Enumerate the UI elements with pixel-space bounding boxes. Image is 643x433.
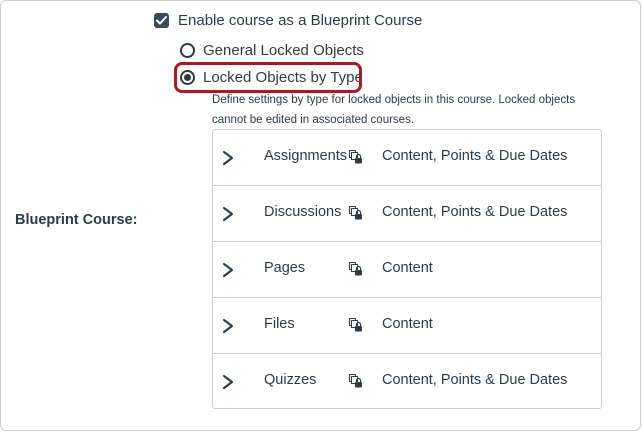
type-name: Assignments xyxy=(264,148,348,164)
chevron-right-icon[interactable] xyxy=(221,318,235,334)
locked-settings-text: Content, Points & Due Dates xyxy=(382,148,568,164)
locked-settings-text: Content, Points & Due Dates xyxy=(382,204,568,220)
blueprint-lock-icon xyxy=(349,374,362,388)
settings-panel: Blueprint Course: Enable course as a Blu… xyxy=(0,0,641,431)
type-name: Quizzes xyxy=(264,372,317,388)
radio-locked-objects-by-type[interactable]: Locked Objects by Type xyxy=(180,69,363,86)
type-name: Pages xyxy=(264,260,306,276)
blueprint-lock-icon xyxy=(349,262,362,276)
enable-blueprint-checkbox[interactable]: Enable course as a Blueprint Course xyxy=(154,12,422,29)
type-row-pages[interactable]: Pages Content xyxy=(213,242,601,298)
radio-general-locked-objects[interactable]: General Locked Objects xyxy=(180,42,364,59)
chevron-right-icon[interactable] xyxy=(221,262,235,278)
blueprint-lock-icon xyxy=(349,206,362,220)
type-row-quizzes[interactable]: Quizzes Content, Points & Due Dates xyxy=(213,354,601,410)
chevron-right-icon[interactable] xyxy=(221,374,235,390)
blueprint-course-label: Blueprint Course: xyxy=(15,212,138,228)
chevron-right-icon[interactable] xyxy=(221,150,235,166)
object-types-table: Assignments Content, Points & Due Dates … xyxy=(212,129,602,409)
enable-blueprint-label: Enable course as a Blueprint Course xyxy=(178,12,423,29)
type-row-discussions[interactable]: Discussions Content, Points & Due Dates xyxy=(213,186,601,242)
help-text: Define settings by type for locked objec… xyxy=(212,94,576,126)
blueprint-lock-icon xyxy=(349,150,362,164)
type-name: Files xyxy=(264,316,295,332)
locked-settings-text: Content xyxy=(382,260,433,276)
type-row-files[interactable]: Files Content xyxy=(213,298,601,354)
radio-unselected-icon[interactable] xyxy=(180,43,195,58)
type-name: Discussions xyxy=(264,204,342,220)
radio-general-label: General Locked Objects xyxy=(203,42,364,59)
radio-by-type-label: Locked Objects by Type xyxy=(203,69,363,86)
checkbox-checked-icon[interactable] xyxy=(154,13,169,28)
chevron-right-icon[interactable] xyxy=(221,206,235,222)
radio-selected-icon[interactable] xyxy=(180,70,195,85)
blueprint-lock-icon xyxy=(349,318,362,332)
type-row-assignments[interactable]: Assignments Content, Points & Due Dates xyxy=(213,130,601,186)
locked-settings-text: Content, Points & Due Dates xyxy=(382,372,568,388)
locked-settings-text: Content xyxy=(382,316,433,332)
